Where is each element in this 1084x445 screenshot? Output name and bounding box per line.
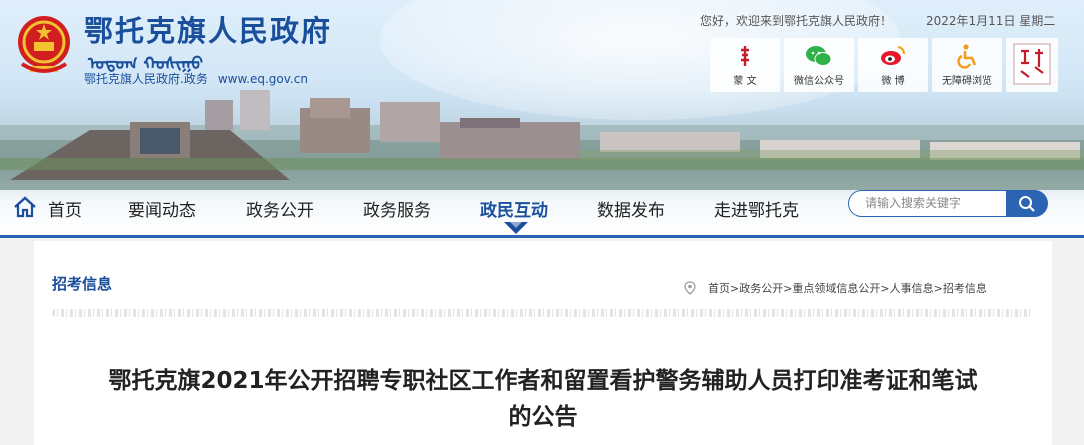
welcome-text: 您好，欢迎来到鄂托克旗人民政府！: [700, 14, 893, 28]
decorative-divider: [52, 309, 1032, 317]
tool-label: 无障碍浏览: [942, 76, 992, 87]
tool-label: 微信公众号: [794, 76, 844, 87]
article-title-line-1: 鄂托克旗2021年公开招聘专职社区工作者和留置看护警务辅助人员打印准考证和笔试: [108, 368, 978, 394]
date-text: 2022年1月11日 星期二: [926, 14, 1056, 28]
tool-accessibility[interactable]: 无障碍浏览: [932, 38, 1002, 92]
national-emblem-icon: [18, 16, 70, 73]
nav-divider: [0, 235, 1084, 238]
site-domain-name: 鄂托克旗人民政府.政务: [84, 72, 208, 86]
section-title: 招考信息: [52, 275, 113, 293]
nav-item-data[interactable]: 数据发布: [597, 196, 665, 221]
nav-item-news[interactable]: 要闻动态: [128, 196, 196, 221]
tool-weibo[interactable]: 微 博: [858, 38, 928, 92]
city-skyline-image: [0, 90, 1084, 190]
breadcrumb-text[interactable]: 首页>政务公开>重点领域信息公开>人事信息>招考信息: [708, 280, 987, 296]
tool-label: 微 博: [881, 76, 905, 87]
nav-item-home[interactable]: 首页: [48, 196, 82, 221]
weibo-icon: [878, 42, 908, 70]
content-card: 招考信息 首页>政务公开>重点领域信息公开>人事信息>招考信息 鄂托克旗2021…: [34, 241, 1052, 445]
nav-item-about[interactable]: 走进鄂托克: [714, 196, 799, 221]
nav-item-services[interactable]: 政务服务: [363, 196, 431, 221]
header-tools: 蒙 文 微信公众号 微 博 无障碍浏览: [706, 38, 1058, 92]
nav-item-interaction[interactable]: 政民互动: [480, 196, 548, 221]
location-pin-icon: [684, 281, 696, 295]
search-icon: [1019, 195, 1035, 212]
tool-mongolian[interactable]: 蒙 文: [710, 38, 780, 92]
site-domain-url: www.eq.gov.cn: [217, 72, 308, 86]
search-button[interactable]: [1006, 190, 1048, 217]
tool-seal-logo[interactable]: [1006, 38, 1058, 92]
article-title-line-2: 的公告: [508, 404, 578, 430]
site-domain: 鄂托克旗人民政府.政务 www.eq.gov.cn: [84, 70, 318, 87]
tool-label: 蒙 文: [733, 76, 757, 87]
article-title: 鄂托克旗2021年公开招聘专职社区工作者和留置看护警务辅助人员打印准考证和笔试 …: [34, 363, 1052, 435]
home-icon: [14, 196, 36, 218]
search-input[interactable]: 请输入搜索关键字: [848, 190, 1008, 217]
tool-wechat[interactable]: 微信公众号: [784, 38, 854, 92]
breadcrumb: 首页>政务公开>重点领域信息公开>人事信息>招考信息: [684, 280, 987, 296]
active-nav-indicator-icon: [504, 222, 528, 234]
wechat-icon: [804, 42, 834, 70]
accessibility-icon: [952, 42, 982, 70]
mongolian-script-icon: [730, 42, 760, 70]
seal-logo-icon: [1012, 42, 1052, 86]
nav-item-open-government[interactable]: 政务公开: [246, 196, 314, 221]
